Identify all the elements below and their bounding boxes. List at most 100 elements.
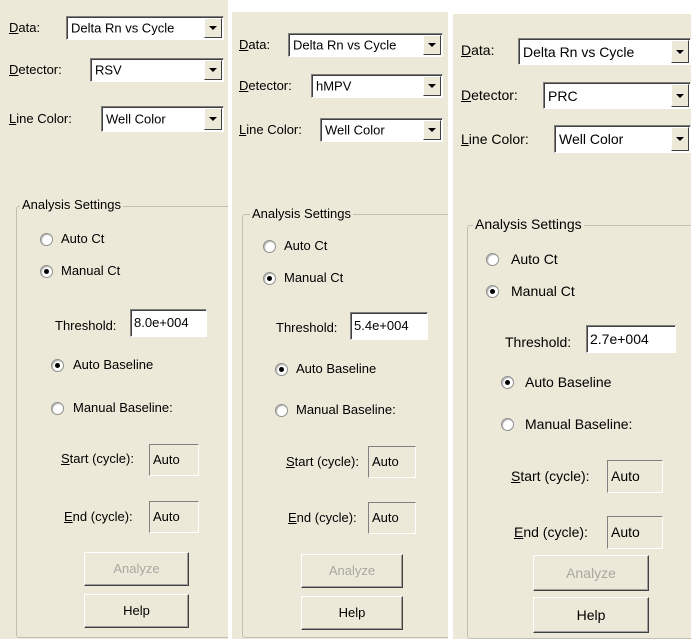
auto-baseline-radio[interactable] <box>275 363 288 376</box>
end-cycle-value: Auto <box>153 509 180 524</box>
detector-select[interactable]: hMPV <box>311 74 443 98</box>
end-cycle-value: Auto <box>372 510 399 525</box>
analysis-panel-prc: Data: Delta Rn vs Cycle Detector: PRC Li… <box>453 14 691 639</box>
threshold-value: 2.7e+004 <box>590 331 649 347</box>
detector-select[interactable]: RSV <box>90 58 224 82</box>
chevron-down-icon[interactable] <box>423 120 441 140</box>
manual-ct-label[interactable]: Manual Ct <box>284 270 343 285</box>
detector-select-value: PRC <box>548 87 578 104</box>
manual-ct-label[interactable]: Manual Ct <box>61 263 120 278</box>
auto-ct-label[interactable]: Auto Ct <box>61 231 104 246</box>
auto-baseline-label[interactable]: Auto Baseline <box>525 374 611 390</box>
start-cycle-value: Auto <box>153 452 180 467</box>
detector-label: Detector: <box>9 62 62 77</box>
manual-baseline-label[interactable]: Manual Baseline: <box>296 402 396 417</box>
chevron-down-icon[interactable] <box>204 60 222 80</box>
end-cycle-field: Auto <box>607 516 663 549</box>
chevron-down-icon[interactable] <box>671 40 689 63</box>
data-select[interactable]: Delta Rn vs Cycle <box>288 33 443 57</box>
auto-ct-radio[interactable] <box>486 253 499 266</box>
manual-ct-label[interactable]: Manual Ct <box>511 283 575 299</box>
manual-baseline-radio[interactable] <box>51 402 64 415</box>
line-color-select[interactable]: Well Color <box>554 125 691 153</box>
end-cycle-value: Auto <box>611 524 640 540</box>
start-cycle-label: Start (cycle): <box>61 451 134 466</box>
manual-ct-radio[interactable] <box>40 265 53 278</box>
analyze-button-label: Analyze <box>566 565 616 581</box>
data-label: Data: <box>461 42 495 58</box>
auto-baseline-radio[interactable] <box>51 359 64 372</box>
help-button[interactable]: Help <box>301 596 403 630</box>
analysis-settings-title: Analysis Settings <box>473 216 584 232</box>
line-color-select[interactable]: Well Color <box>320 118 443 142</box>
help-button-label: Help <box>576 607 606 623</box>
detector-label: Detector: <box>239 78 292 93</box>
manual-baseline-radio[interactable] <box>275 404 288 417</box>
help-button[interactable]: Help <box>533 597 649 633</box>
manual-ct-radio[interactable] <box>486 285 499 298</box>
start-cycle-field: Auto <box>368 446 416 478</box>
auto-baseline-label[interactable]: Auto Baseline <box>296 361 376 376</box>
end-cycle-label: End (cycle): <box>514 524 588 540</box>
start-cycle-field: Auto <box>607 460 663 493</box>
detector-select-value: RSV <box>95 62 122 78</box>
analyze-button[interactable]: Analyze <box>84 552 189 586</box>
end-cycle-label: End (cycle): <box>64 509 133 524</box>
threshold-input[interactable]: 2.7e+004 <box>586 325 676 353</box>
chevron-down-icon[interactable] <box>671 127 689 151</box>
data-label: Data: <box>9 20 41 35</box>
end-cycle-label: End (cycle): <box>288 510 357 525</box>
manual-baseline-label[interactable]: Manual Baseline: <box>525 416 632 432</box>
line-color-select-value: Well Color <box>325 122 385 138</box>
chevron-down-icon[interactable] <box>204 108 222 130</box>
manual-baseline-radio[interactable] <box>501 418 514 431</box>
threshold-label: Threshold: <box>55 318 117 333</box>
help-button-label: Help <box>123 603 150 618</box>
chevron-down-icon[interactable] <box>671 84 689 107</box>
manual-ct-radio[interactable] <box>263 272 276 285</box>
auto-ct-label[interactable]: Auto Ct <box>511 251 558 267</box>
threshold-input[interactable]: 5.4e+004 <box>350 312 428 340</box>
analysis-panel-hmpv: Data: Delta Rn vs Cycle Detector: hMPV L… <box>232 12 448 639</box>
chevron-down-icon[interactable] <box>423 76 441 96</box>
line-color-label: Line Color: <box>461 131 529 147</box>
data-select[interactable]: Delta Rn vs Cycle <box>518 38 691 65</box>
data-label: Data: <box>239 37 271 52</box>
chevron-down-icon[interactable] <box>423 35 441 55</box>
line-color-select[interactable]: Well Color <box>101 106 224 132</box>
manual-baseline-label[interactable]: Manual Baseline: <box>73 400 173 415</box>
auto-baseline-label[interactable]: Auto Baseline <box>73 357 153 372</box>
chevron-down-icon[interactable] <box>204 18 222 38</box>
data-select-value: Delta Rn vs Cycle <box>293 37 397 53</box>
auto-ct-label[interactable]: Auto Ct <box>284 238 327 253</box>
start-cycle-label: Start (cycle): <box>286 454 359 469</box>
data-select-value: Delta Rn vs Cycle <box>523 43 635 60</box>
help-button[interactable]: Help <box>84 594 189 628</box>
data-select[interactable]: Delta Rn vs Cycle <box>66 16 224 40</box>
line-color-select-value: Well Color <box>106 111 166 127</box>
detector-select[interactable]: PRC <box>543 82 691 109</box>
threshold-label: Threshold: <box>505 334 572 350</box>
end-cycle-field: Auto <box>368 502 416 534</box>
detector-label: Detector: <box>461 87 518 103</box>
analysis-settings-title: Analysis Settings <box>20 197 123 212</box>
help-button-label: Help <box>338 605 366 620</box>
threshold-input[interactable]: 8.0e+004 <box>130 309 207 337</box>
analyze-button-label: Analyze <box>328 563 376 578</box>
detector-select-value: hMPV <box>316 78 352 94</box>
analyze-button-label: Analyze <box>113 561 160 576</box>
end-cycle-field: Auto <box>149 501 199 533</box>
auto-baseline-radio[interactable] <box>501 376 514 389</box>
analysis-settings-title: Analysis Settings <box>250 206 353 221</box>
line-color-select-value: Well Color <box>559 131 624 147</box>
start-cycle-field: Auto <box>149 444 199 476</box>
analyze-button[interactable]: Analyze <box>533 555 649 591</box>
start-cycle-label: Start (cycle): <box>511 468 590 484</box>
start-cycle-value: Auto <box>611 468 640 484</box>
auto-ct-radio[interactable] <box>40 233 53 246</box>
threshold-value: 8.0e+004 <box>134 315 189 330</box>
auto-ct-radio[interactable] <box>263 240 276 253</box>
line-color-label: Line Color: <box>239 122 302 137</box>
analyze-button[interactable]: Analyze <box>301 554 403 588</box>
analysis-panel-rsv: Data: Delta Rn vs Cycle Detector: RSV Li… <box>0 0 228 639</box>
